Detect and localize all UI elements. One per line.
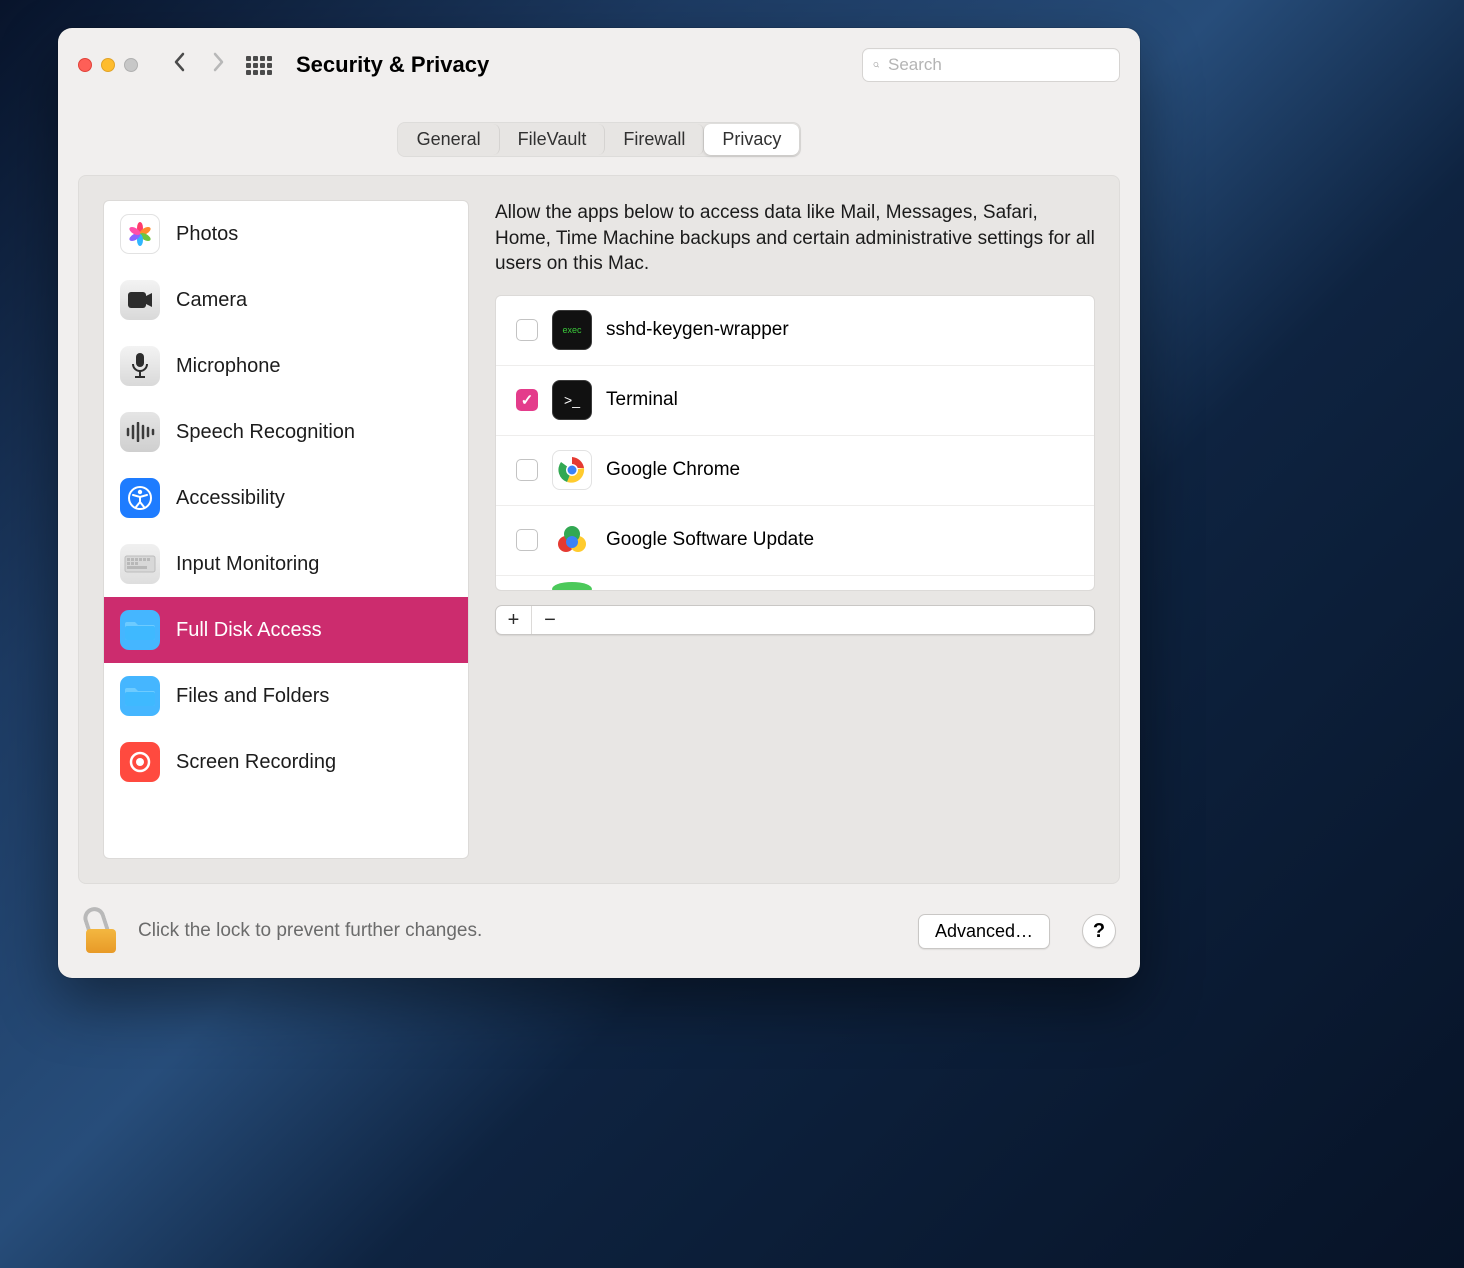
partial-app-icon — [552, 582, 592, 590]
sidebar-item-label: Photos — [176, 223, 238, 246]
app-row-sshd-keygen-wrapper[interactable]: exec sshd-keygen-wrapper — [496, 296, 1094, 366]
preferences-window: Security & Privacy General FileVault Fir… — [58, 28, 1140, 978]
terminal-icon: >_ — [552, 380, 592, 420]
app-checkbox[interactable] — [516, 529, 538, 551]
sidebar-item-accessibility[interactable]: Accessibility — [104, 465, 468, 531]
tab-general[interactable]: General — [399, 124, 500, 155]
sidebar-item-label: Microphone — [176, 355, 281, 378]
speech-recognition-icon — [120, 412, 160, 452]
tab-firewall[interactable]: Firewall — [605, 124, 704, 155]
search-field[interactable] — [862, 48, 1120, 82]
photos-icon — [120, 214, 160, 254]
app-name: Google Chrome — [606, 459, 740, 481]
window-title: Security & Privacy — [296, 52, 489, 78]
sidebar-item-files-and-folders[interactable]: Files and Folders — [104, 663, 468, 729]
category-list: Photos Camera Microphone — [103, 200, 469, 859]
screen-recording-icon — [120, 742, 160, 782]
sidebar-item-speech-recognition[interactable]: Speech Recognition — [104, 399, 468, 465]
search-icon — [873, 57, 880, 73]
app-row-partial[interactable] — [496, 576, 1094, 590]
microphone-icon — [120, 346, 160, 386]
chrome-icon — [552, 450, 592, 490]
app-checkbox[interactable] — [516, 319, 538, 341]
app-row-google-chrome[interactable]: Google Chrome — [496, 436, 1094, 506]
input-monitoring-icon — [120, 544, 160, 584]
app-checkbox[interactable] — [516, 389, 538, 411]
app-list: exec sshd-keygen-wrapper >_ Terminal — [495, 295, 1095, 591]
close-window-button[interactable] — [78, 58, 92, 72]
sidebar-item-full-disk-access[interactable]: Full Disk Access — [104, 597, 468, 663]
lock-text: Click the lock to prevent further change… — [138, 920, 900, 942]
sidebar-item-camera[interactable]: Camera — [104, 267, 468, 333]
tab-filevault[interactable]: FileVault — [500, 124, 606, 155]
sidebar-item-screen-recording[interactable]: Screen Recording — [104, 729, 468, 795]
app-name: Terminal — [606, 389, 678, 411]
add-app-button[interactable]: + — [496, 606, 532, 634]
sidebar-item-microphone[interactable]: Microphone — [104, 333, 468, 399]
back-button[interactable] — [166, 52, 194, 78]
remove-app-button[interactable]: − — [532, 606, 568, 634]
app-row-google-software-update[interactable]: Google Software Update — [496, 506, 1094, 576]
content-area: General FileVault Firewall Privacy Photo… — [58, 102, 1140, 884]
minimize-window-button[interactable] — [101, 58, 115, 72]
full-disk-access-icon — [120, 610, 160, 650]
show-all-icon[interactable] — [246, 56, 272, 75]
window-controls — [78, 58, 138, 72]
sidebar-item-label: Speech Recognition — [176, 421, 355, 444]
tab-bar: General FileVault Firewall Privacy — [397, 122, 802, 157]
footer: Click the lock to prevent further change… — [58, 884, 1140, 978]
sidebar-item-label: Camera — [176, 289, 247, 312]
sidebar-item-label: Accessibility — [176, 487, 285, 510]
description-text: Allow the apps below to access data like… — [495, 200, 1095, 277]
camera-icon — [120, 280, 160, 320]
search-input[interactable] — [888, 55, 1109, 75]
app-name: sshd-keygen-wrapper — [606, 319, 789, 341]
sidebar-item-label: Input Monitoring — [176, 553, 319, 576]
terminal-exec-icon: exec — [552, 310, 592, 350]
toolbar: Security & Privacy — [58, 28, 1140, 102]
advanced-button[interactable]: Advanced… — [918, 914, 1050, 949]
tab-privacy[interactable]: Privacy — [704, 124, 799, 155]
sidebar-item-label: Full Disk Access — [176, 619, 322, 642]
sidebar-item-label: Screen Recording — [176, 751, 336, 774]
accessibility-icon — [120, 478, 160, 518]
files-and-folders-icon — [120, 676, 160, 716]
lock-icon[interactable] — [82, 909, 120, 953]
app-name: Google Software Update — [606, 529, 814, 551]
help-button[interactable]: ? — [1082, 914, 1116, 948]
sidebar-item-label: Files and Folders — [176, 685, 329, 708]
sidebar-item-input-monitoring[interactable]: Input Monitoring — [104, 531, 468, 597]
detail-pane: Allow the apps below to access data like… — [495, 200, 1095, 859]
google-software-update-icon — [552, 520, 592, 560]
privacy-panel: Photos Camera Microphone — [78, 175, 1120, 884]
app-row-terminal[interactable]: >_ Terminal — [496, 366, 1094, 436]
zoom-window-button[interactable] — [124, 58, 138, 72]
sidebar-item-photos[interactable]: Photos — [104, 201, 468, 267]
app-checkbox[interactable] — [516, 459, 538, 481]
add-remove-controls: + − — [495, 605, 1095, 635]
forward-button[interactable] — [204, 52, 232, 78]
